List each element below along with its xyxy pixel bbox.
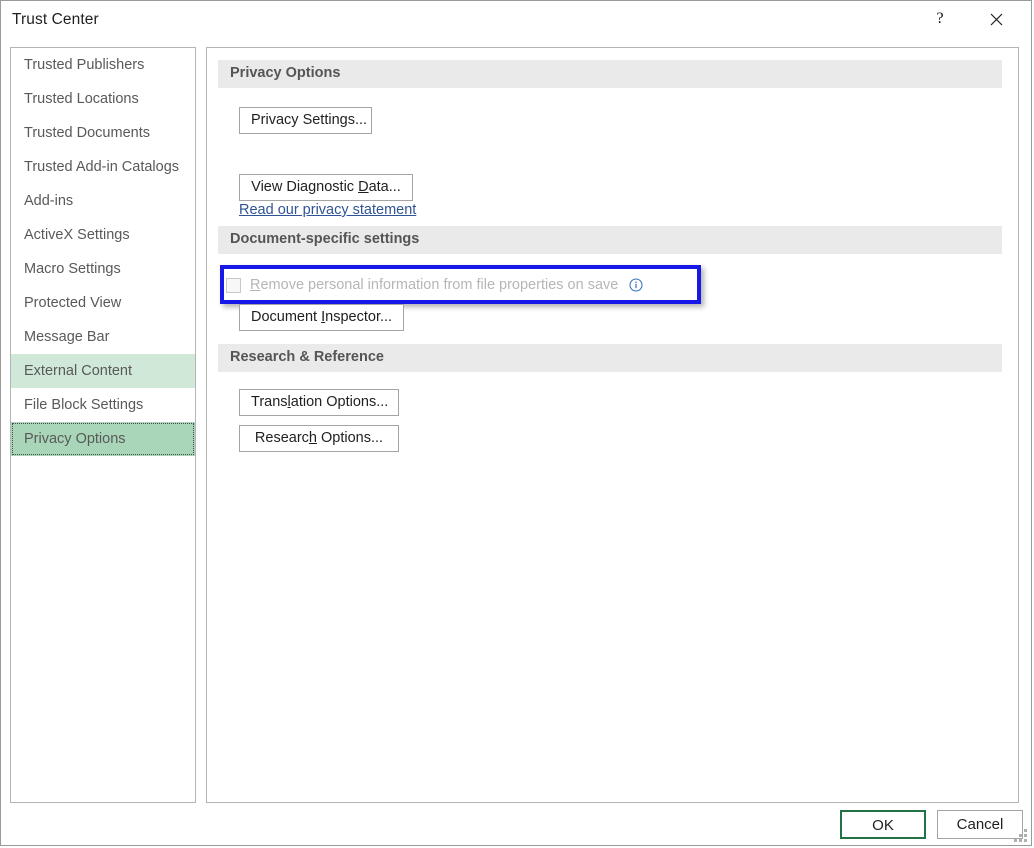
- help-button[interactable]: ?: [917, 1, 963, 37]
- section-header-privacy-options: Privacy Options: [218, 60, 1002, 88]
- sidebar-item-message-bar[interactable]: Message Bar: [11, 320, 195, 354]
- document-inspector-button[interactable]: Document Inspector...: [239, 304, 404, 331]
- remove-personal-info-accelerator: R: [250, 277, 261, 293]
- remove-personal-info-text: emove personal information from file pro…: [260, 277, 619, 293]
- section-header-document-specific-settings: Document-specific settings: [218, 226, 1002, 254]
- close-button[interactable]: [973, 1, 1019, 37]
- sidebar-item-trusted-documents[interactable]: Trusted Documents: [11, 116, 195, 150]
- sidebar-item-privacy-options[interactable]: Privacy Options: [11, 422, 195, 456]
- title-bar: Trust Center ?: [1, 1, 1031, 40]
- remove-personal-info-checkbox-row[interactable]: Remove personal information from file pr…: [226, 272, 643, 298]
- trust-center-dialog: Trust Center ? Trusted Publishers Truste…: [0, 0, 1032, 846]
- settings-content-panel: Privacy Options Privacy Settings... Read…: [206, 47, 1019, 803]
- close-icon: [990, 13, 1003, 26]
- view-diagnostic-data-label-pre: View Diagnostic: [251, 179, 359, 195]
- window-title: Trust Center: [12, 11, 99, 28]
- resize-grip[interactable]: [1014, 829, 1027, 842]
- document-inspector-label-pre: Document: [251, 309, 322, 325]
- view-diagnostic-data-button[interactable]: View Diagnostic Data...: [239, 174, 413, 201]
- section-header-research-reference: Research & Reference: [218, 344, 1002, 372]
- sidebar-item-trusted-add-in-catalogs[interactable]: Trusted Add-in Catalogs: [11, 150, 195, 184]
- view-diagnostic-data-label-post: ata...: [368, 179, 401, 195]
- document-inspector-label-post: nspector...: [325, 309, 393, 325]
- sidebar-item-trusted-locations[interactable]: Trusted Locations: [11, 82, 195, 116]
- ok-button[interactable]: OK: [840, 810, 926, 839]
- cancel-button[interactable]: Cancel: [937, 810, 1023, 839]
- remove-personal-info-checkbox-label: Remove personal information from file pr…: [250, 277, 618, 293]
- category-sidebar: Trusted Publishers Trusted Locations Tru…: [10, 47, 196, 803]
- sidebar-item-add-ins[interactable]: Add-ins: [11, 184, 195, 218]
- view-diagnostic-data-accelerator: D: [358, 179, 369, 195]
- checkbox-square-icon[interactable]: [226, 277, 241, 293]
- sidebar-item-trusted-publishers[interactable]: Trusted Publishers: [11, 48, 195, 82]
- sidebar-item-macro-settings[interactable]: Macro Settings: [11, 252, 195, 286]
- sidebar-item-external-content[interactable]: External Content: [11, 354, 195, 388]
- research-options-button[interactable]: Research Options...: [239, 425, 399, 452]
- sidebar-item-activex-settings[interactable]: ActiveX Settings: [11, 218, 195, 252]
- question-mark-icon: ?: [936, 10, 944, 27]
- sidebar-item-protected-view[interactable]: Protected View: [11, 286, 195, 320]
- translation-options-button[interactable]: Translation Options...: [239, 389, 399, 416]
- research-options-label-pre: Researc: [254, 430, 309, 446]
- translation-options-label-pre: Trans: [251, 394, 288, 410]
- research-options-accelerator: h: [308, 430, 317, 446]
- info-circle-icon[interactable]: [629, 278, 643, 292]
- privacy-settings-button[interactable]: Privacy Settings...: [239, 107, 372, 134]
- translation-options-label-post: ation Options...: [290, 394, 389, 410]
- privacy-statement-link[interactable]: Read our privacy statement: [239, 202, 416, 218]
- sidebar-item-file-block-settings[interactable]: File Block Settings: [11, 388, 195, 422]
- research-options-label-post: Options...: [316, 430, 384, 446]
